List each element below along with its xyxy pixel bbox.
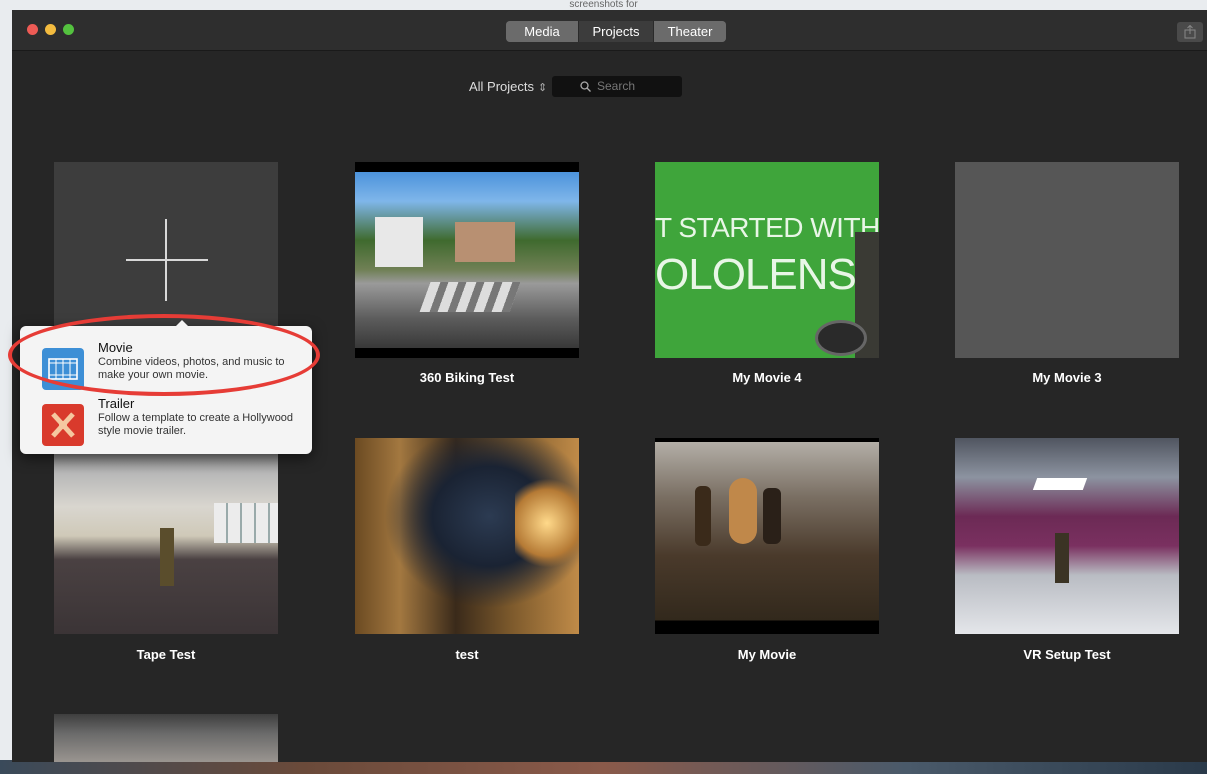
thumbnail-text: OLOLENS	[655, 250, 857, 299]
project-title: test	[455, 647, 479, 662]
all-projects-dropdown[interactable]: All Projects ⇕	[469, 76, 547, 98]
tab-theater[interactable]: Theater	[654, 21, 726, 42]
share-icon	[1184, 25, 1196, 39]
menu-item-trailer[interactable]: Trailer Follow a template to create a Ho…	[20, 392, 312, 448]
menu-item-movie[interactable]: Movie Combine videos, photos, and music …	[20, 336, 312, 392]
project-title: 360 Biking Test	[419, 370, 515, 385]
view-switcher: Media Projects Theater	[506, 21, 726, 42]
menu-item-description: Combine videos, photos, and music to mak…	[98, 356, 285, 381]
new-project-menu: Movie Combine videos, photos, and music …	[20, 320, 312, 454]
project-thumbnail-360-biking-test[interactable]	[355, 162, 579, 358]
menu-item-title: Trailer	[98, 396, 135, 411]
project-title: VR Setup Test	[1023, 647, 1111, 662]
share-button[interactable]	[1177, 22, 1203, 42]
fullscreen-window-button[interactable]	[63, 24, 74, 35]
updown-chevron-icon: ⇕	[538, 82, 548, 94]
project-title: My Movie 4	[732, 370, 802, 385]
search-input[interactable]: Search	[552, 76, 682, 97]
project-title: My Movie	[737, 647, 797, 662]
film-strip-icon	[42, 348, 84, 390]
thumbnail-text: T STARTED WITH	[655, 212, 879, 243]
menu-item-title: Movie	[98, 340, 133, 355]
project-thumbnail-my-movie-3[interactable]	[955, 162, 1179, 358]
close-window-button[interactable]	[27, 24, 38, 35]
desktop-wallpaper	[0, 760, 1207, 774]
project-thumbnail-test[interactable]	[355, 438, 579, 634]
project-thumbnail-vr-setup-test[interactable]	[955, 438, 1179, 634]
title-bar: Media Projects Theater	[12, 10, 1207, 51]
project-filter-bar: All Projects ⇕ Search	[12, 76, 1207, 98]
project-title: My Movie 3	[1032, 370, 1102, 385]
project-thumbnail-tape-test[interactable]	[54, 438, 278, 634]
project-thumbnail-my-movie-4[interactable]: T STARTED WITH OLOLENS	[655, 162, 879, 358]
tab-media[interactable]: Media	[506, 21, 578, 42]
search-placeholder: Search	[597, 79, 636, 93]
search-icon	[580, 81, 591, 92]
minimize-window-button[interactable]	[45, 24, 56, 35]
project-thumbnail-my-movie[interactable]	[655, 438, 879, 634]
plus-icon	[126, 259, 208, 261]
project-title: Tape Test	[136, 647, 196, 662]
trailer-icon	[42, 404, 84, 446]
tab-projects[interactable]: Projects	[578, 21, 654, 42]
menu-item-description: Follow a template to create a Hollywood …	[98, 412, 294, 437]
project-thumbnail-partial[interactable]	[54, 714, 278, 762]
desktop-window-caption: screenshots for	[569, 0, 638, 10]
all-projects-label: All Projects	[469, 79, 535, 94]
